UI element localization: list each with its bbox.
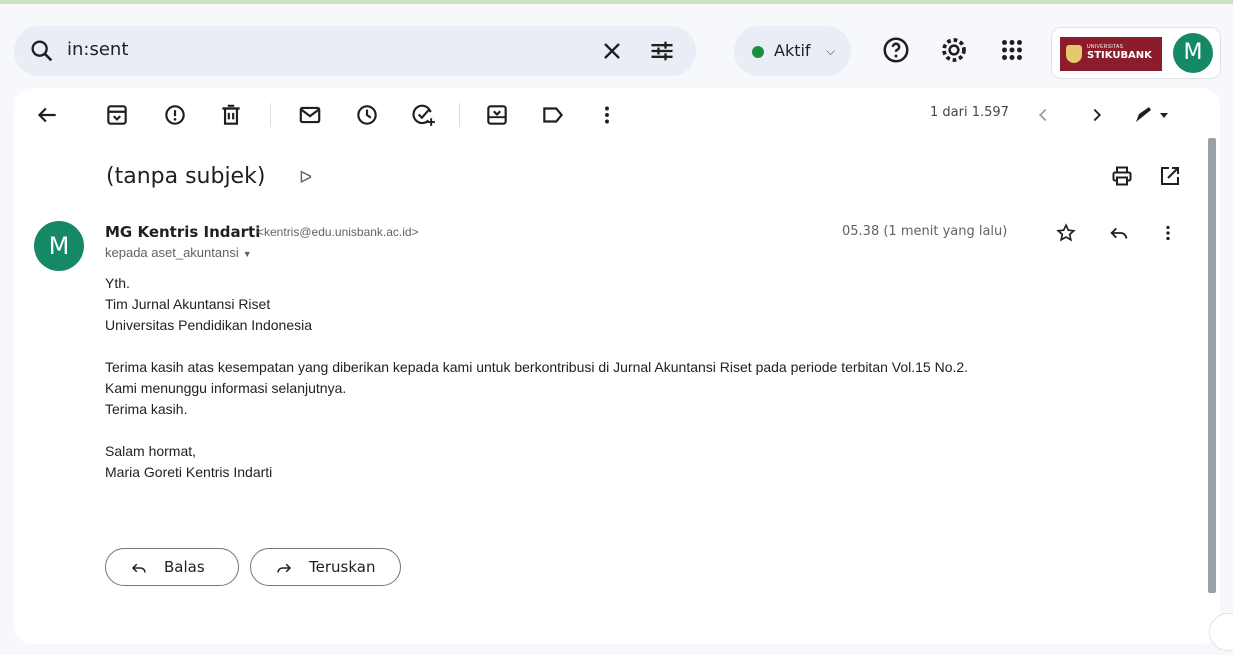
help-icon[interactable] — [881, 35, 911, 65]
delete-icon[interactable] — [218, 102, 244, 128]
move-to-icon[interactable] — [484, 102, 510, 128]
back-arrow-icon[interactable] — [34, 102, 60, 128]
label-icon[interactable] — [540, 102, 566, 128]
more-vert-icon[interactable] — [1157, 222, 1179, 244]
toolbar-divider — [459, 103, 460, 127]
clear-search-icon[interactable] — [598, 37, 626, 65]
more-vert-icon[interactable] — [594, 102, 620, 128]
body-line: Yth. — [105, 275, 130, 291]
search-bar[interactable]: in:sent — [14, 26, 696, 76]
chevron-right-icon[interactable] — [1086, 104, 1108, 126]
caret-down-icon[interactable]: ▼ — [243, 249, 252, 259]
body-line: Salam hormat, — [105, 443, 197, 459]
body-line: Maria Goreti Kentris Indarti — [105, 464, 273, 480]
recipient-text: kepada aset_akuntansi — [105, 245, 239, 260]
forward-button[interactable]: Teruskan — [250, 548, 401, 586]
scrollbar[interactable] — [1208, 138, 1216, 593]
snooze-icon[interactable] — [354, 102, 380, 128]
forward-icon — [275, 559, 293, 577]
account-avatar[interactable]: M — [1173, 33, 1213, 73]
top-border — [0, 0, 1233, 14]
email-body: Yth. Tim Jurnal Akuntansi Riset Universi… — [105, 273, 968, 483]
open-new-window-icon[interactable] — [1158, 164, 1182, 188]
body-spacer — [105, 336, 968, 357]
forward-label: Teruskan — [309, 558, 376, 576]
university-logo: UNIVERSITAS STIKUBANK — [1060, 37, 1162, 71]
pagination-text: 1 dari 1.597 — [930, 105, 1009, 120]
body-line: Tim Jurnal Akuntansi Riset — [105, 296, 271, 312]
archive-icon[interactable] — [104, 102, 130, 128]
status-dot — [752, 46, 764, 58]
body-spacer — [105, 420, 968, 441]
importance-marker-icon[interactable]: ᐅ — [299, 168, 312, 188]
reply-icon — [130, 559, 148, 577]
email-timestamp: 05.38 (1 menit yang lalu) — [842, 224, 1008, 239]
message-view: 1 dari 1.597 (tanpa subjek) ᐅ M MG Kentr… — [14, 88, 1220, 644]
school-name: STIKUBANK — [1087, 50, 1152, 61]
recipient-line[interactable]: kepada aset_akuntansi ▼ — [105, 245, 252, 260]
apps-grid-icon[interactable] — [997, 35, 1027, 65]
reply-icon[interactable] — [1108, 222, 1130, 244]
chevron-left-icon[interactable] — [1032, 104, 1054, 126]
sender-avatar[interactable]: M — [34, 221, 84, 271]
chevron-down-icon: ⌵ — [826, 44, 836, 58]
reply-button[interactable]: Balas — [105, 548, 239, 586]
status-selector[interactable]: Aktif ⌵ — [734, 26, 851, 76]
body-line: Kami menunggu informasi selanjutnya. — [105, 380, 347, 396]
sender-name[interactable]: MG Kentris Indarti — [105, 223, 260, 241]
email-subject: (tanpa subjek) — [106, 164, 266, 189]
print-icon[interactable] — [1110, 164, 1134, 188]
reply-label: Balas — [164, 558, 205, 576]
input-tools-icon[interactable] — [1132, 104, 1172, 126]
status-label: Aktif — [774, 41, 811, 60]
report-spam-icon[interactable] — [162, 102, 188, 128]
body-line: Universitas Pendidikan Indonesia — [105, 317, 313, 333]
mark-unread-icon[interactable] — [297, 102, 323, 128]
body-line: Terima kasih atas kesempatan yang diberi… — [105, 359, 969, 375]
toolbar-divider — [270, 103, 271, 127]
search-icon[interactable] — [28, 37, 56, 65]
search-input[interactable]: in:sent — [67, 39, 128, 60]
star-icon[interactable] — [1055, 222, 1077, 244]
settings-icon[interactable] — [939, 35, 969, 65]
crest-icon — [1066, 45, 1082, 63]
body-line: Terima kasih. — [105, 401, 188, 417]
add-task-icon[interactable] — [410, 102, 436, 128]
search-options-icon[interactable] — [648, 37, 676, 65]
side-panel-toggle[interactable] — [1209, 613, 1233, 651]
sender-email: <kentris@edu.unisbank.ac.id> — [257, 225, 419, 239]
